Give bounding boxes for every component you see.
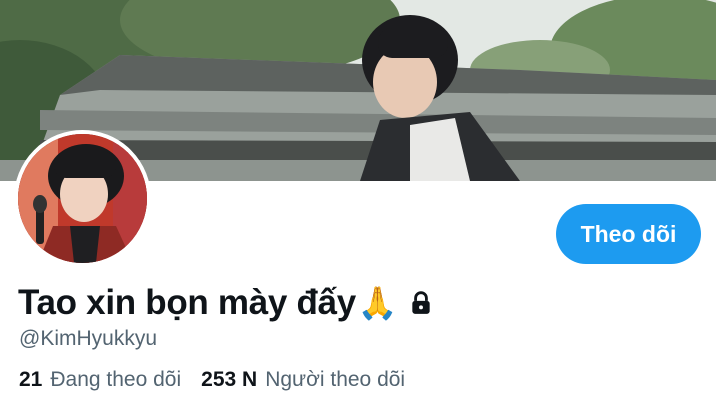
avatar[interactable]: [14, 130, 151, 267]
profile-header: Theo dõi Tao xin bọn mày đấy 🙏 @KimHyukk…: [0, 0, 716, 412]
following-label: Đang theo dõi: [50, 368, 182, 391]
following-stat[interactable]: 21 Đang theo dõi: [19, 368, 181, 392]
followers-count: 253 N: [201, 368, 258, 391]
following-count: 21: [19, 368, 43, 391]
lock-icon: [408, 290, 434, 316]
folded-hands-emoji-icon: 🙏: [357, 285, 398, 321]
username-handle: @KimHyukkyu: [19, 327, 158, 350]
followers-stat[interactable]: 253 N Người theo dõi: [201, 368, 405, 392]
follow-stats: 21 Đang theo dõi 253 N Người theo dõi: [19, 368, 405, 392]
followers-label: Người theo dõi: [265, 368, 406, 391]
avatar-photo: [18, 134, 147, 263]
display-name-row: Tao xin bọn mày đấy 🙏: [18, 281, 434, 325]
follow-button[interactable]: Theo dõi: [556, 204, 701, 264]
display-name: Tao xin bọn mày đấy: [18, 283, 356, 322]
